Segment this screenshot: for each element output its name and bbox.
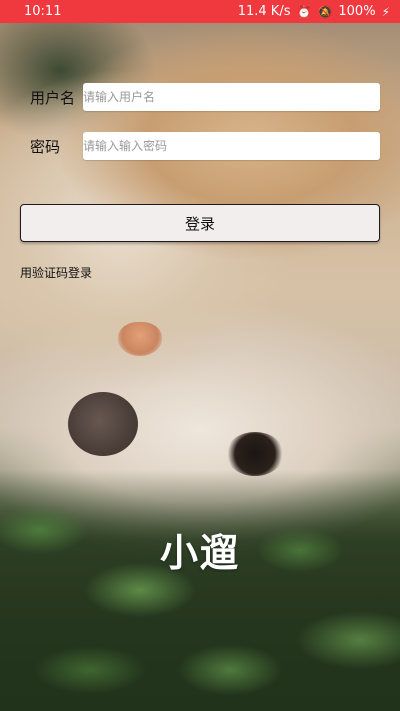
grass-area bbox=[0, 470, 400, 711]
network-speed: 11.4 K/s bbox=[237, 4, 291, 19]
app-title: 小遛 bbox=[159, 531, 240, 575]
status-time: 10:11 bbox=[24, 4, 62, 19]
username-input[interactable] bbox=[83, 83, 380, 111]
dog-nose bbox=[68, 392, 138, 456]
alarm-clock-icon: ⏰ bbox=[296, 4, 312, 19]
password-input[interactable] bbox=[83, 132, 380, 160]
status-bar: 10:11 11.4 K/s ⏰ 🔕 100% ⚡ bbox=[0, 0, 400, 23]
battery-level: 100% bbox=[338, 4, 376, 19]
login-button[interactable]: 登录 bbox=[20, 204, 380, 242]
password-label: 密码 bbox=[30, 137, 61, 156]
username-row: 用户名 bbox=[0, 82, 400, 112]
code-login-link[interactable]: 用验证码登录 bbox=[20, 264, 92, 281]
status-indicators: 11.4 K/s ⏰ 🔕 100% ⚡ bbox=[238, 4, 390, 19]
notifications-off-icon: 🔕 bbox=[317, 4, 333, 19]
lightning-icon: ⚡ bbox=[381, 4, 390, 19]
cat-nose bbox=[118, 322, 162, 356]
username-label: 用户名 bbox=[30, 88, 76, 107]
password-row: 密码 bbox=[0, 131, 400, 161]
